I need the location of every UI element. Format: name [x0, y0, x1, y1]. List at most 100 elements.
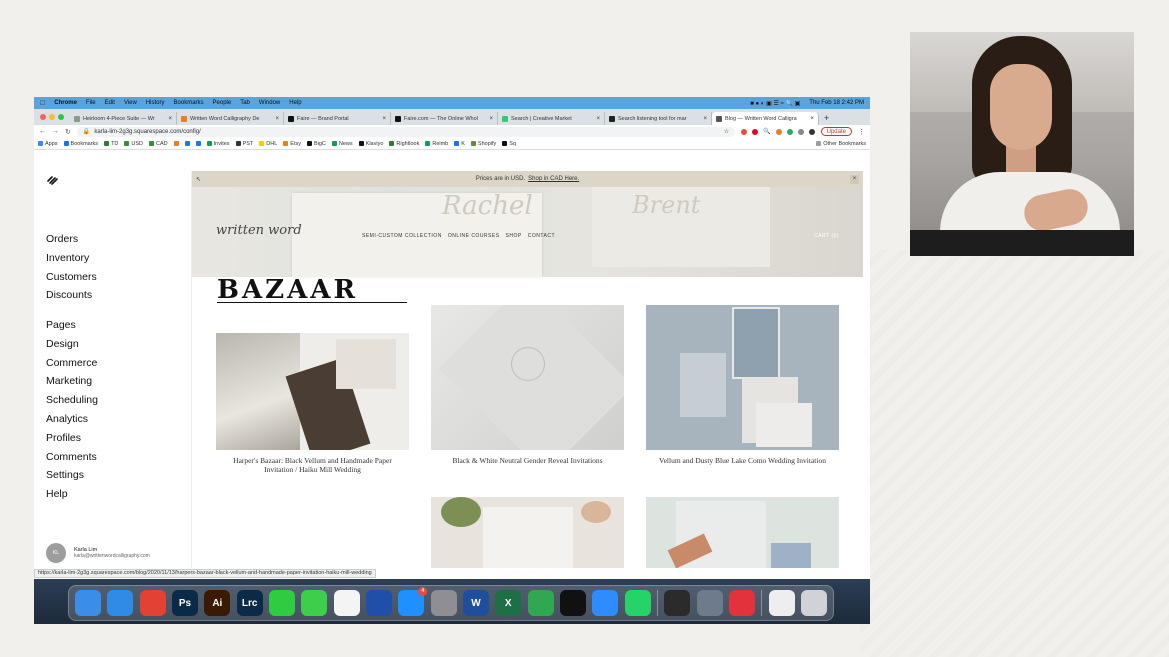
sidebar-item-analytics[interactable]: Analytics: [46, 410, 98, 429]
menubar-clock[interactable]: Thu Feb 18 2:42 PM: [809, 100, 864, 106]
close-tab-icon[interactable]: ×: [275, 116, 279, 122]
bookmark-item[interactable]: Invites: [206, 141, 230, 147]
sidebar-item-scheduling[interactable]: Scheduling: [46, 391, 98, 410]
launchpad-icon[interactable]: [696, 590, 723, 616]
star-icon[interactable]: ☆: [724, 128, 729, 135]
extension-icon[interactable]: [775, 128, 782, 135]
close-tab-icon[interactable]: ×: [382, 116, 386, 122]
sidebar-item-pages[interactable]: Pages: [46, 316, 98, 335]
browser-tab[interactable]: Search listening tool for mar ×: [605, 112, 712, 125]
menubar-item[interactable]: Help: [289, 100, 301, 106]
safari-icon[interactable]: [107, 590, 134, 616]
menubar-app-name[interactable]: Chrome: [54, 100, 77, 106]
search-icon[interactable]: 🔍: [763, 128, 770, 135]
bookmark-item[interactable]: DHL: [259, 141, 277, 147]
close-tab-icon[interactable]: ×: [489, 116, 493, 122]
browser-tab[interactable]: Heirloom 4-Piece Suite — Wr ×: [70, 112, 177, 125]
sidebar-item-comments[interactable]: Comments: [46, 448, 98, 467]
browser-tab[interactable]: Faire.com — The Online Whol ×: [391, 112, 498, 125]
close-tab-icon[interactable]: ×: [703, 116, 707, 122]
post-title[interactable]: Vellum and Dusty Blue Lake Como Wedding …: [646, 456, 839, 466]
post-thumbnail[interactable]: [216, 305, 409, 450]
post-title[interactable]: Harper's Bazaar: Black Vellum and Handma…: [216, 456, 409, 474]
sidebar-item-marketing[interactable]: Marketing: [46, 372, 98, 391]
numbers-icon[interactable]: [527, 590, 554, 616]
illustrator-icon[interactable]: Ai: [204, 590, 231, 616]
apple-icon[interactable]: : [40, 100, 45, 107]
blog-post-card[interactable]: [646, 497, 839, 568]
user-account[interactable]: KL Karla Lim karla@writtenwordcalligraph…: [46, 543, 150, 563]
sidebar-item-customers[interactable]: Customers: [46, 268, 97, 287]
bookmark-item[interactable]: Reimb: [425, 141, 448, 147]
browser-tab[interactable]: Blog — Written Word Calligra ×: [712, 112, 819, 125]
bookmark-item[interactable]: CAD: [149, 141, 168, 147]
sidebar-item-help[interactable]: Help: [46, 485, 98, 504]
zoom-window-button[interactable]: [58, 114, 64, 120]
sidebar-item-inventory[interactable]: Inventory: [46, 249, 97, 268]
system-preferences-icon[interactable]: [430, 590, 457, 616]
extension-icon[interactable]: [741, 128, 748, 135]
site-nav-item[interactable]: ONLINE COURSES: [448, 233, 500, 239]
menubar-status-icons[interactable]: ■ ● ◐ ▣ ☰ ≈ 🔍 ▣: [750, 100, 800, 107]
bookmark-item[interactable]: Shopify: [470, 141, 496, 147]
sidebar-item-design[interactable]: Design: [46, 335, 98, 354]
menubar-item[interactable]: Tab: [240, 100, 250, 106]
facetime-icon[interactable]: [268, 590, 295, 616]
banner-link[interactable]: Shop in CAD Here.: [528, 176, 579, 182]
close-tab-icon[interactable]: ×: [168, 116, 172, 122]
creative-cloud-icon[interactable]: [728, 590, 755, 616]
bookmark-item[interactable]: TD: [104, 141, 118, 147]
bookmark-item[interactable]: [173, 141, 179, 146]
back-icon[interactable]: ←: [39, 128, 46, 135]
sidebar-item-profiles[interactable]: Profiles: [46, 429, 98, 448]
messages-icon[interactable]: [301, 590, 328, 616]
photos-icon[interactable]: [333, 590, 360, 616]
menubar-item[interactable]: History: [146, 100, 165, 106]
menubar-item[interactable]: Edit: [105, 100, 115, 106]
browser-tab[interactable]: Written Word Calligraphy De ×: [177, 112, 284, 125]
post-thumbnail[interactable]: [646, 497, 839, 568]
browser-tab[interactable]: Faire — Brand Portal ×: [284, 112, 391, 125]
document-icon[interactable]: [768, 590, 795, 616]
app-store-icon[interactable]: 4: [398, 587, 428, 616]
sidebar-item-orders[interactable]: Orders: [46, 230, 97, 249]
bookmark-item[interactable]: Sq: [502, 141, 516, 147]
finder-icon[interactable]: [75, 590, 101, 616]
blog-post-card[interactable]: [431, 497, 624, 568]
word-icon[interactable]: W: [462, 590, 489, 616]
excel-icon[interactable]: X: [495, 590, 522, 616]
menubar-item[interactable]: People: [213, 100, 232, 106]
bookmark-item[interactable]: K: [454, 141, 465, 147]
update-button[interactable]: Update: [820, 127, 852, 136]
url-field[interactable]: 🔒 karla-lim-2g3g.squarespace.com/config/…: [76, 126, 736, 137]
image-capture-icon[interactable]: [365, 590, 392, 616]
trash-icon[interactable]: [800, 590, 827, 616]
bookmark-item[interactable]: Apps: [38, 141, 58, 147]
close-tab-icon[interactable]: ×: [596, 116, 600, 122]
post-thumbnail[interactable]: [431, 305, 624, 450]
pinterest-icon[interactable]: [752, 128, 759, 135]
browser-tab[interactable]: Search | Creative Market ×: [498, 112, 605, 125]
site-logo[interactable]: written word: [216, 223, 302, 238]
bookmark-item[interactable]: Rightlook: [389, 141, 419, 147]
bookmark-item[interactable]: USD: [124, 141, 143, 147]
bookmark-item[interactable]: Etsy: [283, 141, 301, 147]
cart-link[interactable]: CART (0): [814, 233, 839, 239]
bookmark-item[interactable]: Klaviyo: [358, 141, 383, 147]
post-thumbnail[interactable]: [431, 497, 624, 568]
site-nav-item[interactable]: CONTACT: [528, 233, 555, 239]
chrome-icon[interactable]: [139, 590, 166, 616]
site-nav-item[interactable]: SHOP: [506, 233, 522, 239]
sidebar-item-settings[interactable]: Settings: [46, 466, 98, 485]
bookmark-item[interactable]: News: [331, 141, 353, 147]
reload-icon[interactable]: ↻: [65, 128, 71, 136]
quicktime-icon[interactable]: [664, 590, 691, 616]
sidebar-item-commerce[interactable]: Commerce: [46, 354, 98, 373]
photoshop-icon[interactable]: Ps: [171, 590, 198, 616]
menubar-item[interactable]: View: [124, 100, 137, 106]
other-bookmarks[interactable]: Other Bookmarks: [816, 141, 866, 147]
bookmark-item[interactable]: PST: [235, 141, 253, 147]
blog-post-card[interactable]: Black & White Neutral Gender Reveal Invi…: [431, 305, 624, 466]
extension-icon[interactable]: [786, 128, 793, 135]
menubar-item[interactable]: File: [86, 100, 96, 106]
